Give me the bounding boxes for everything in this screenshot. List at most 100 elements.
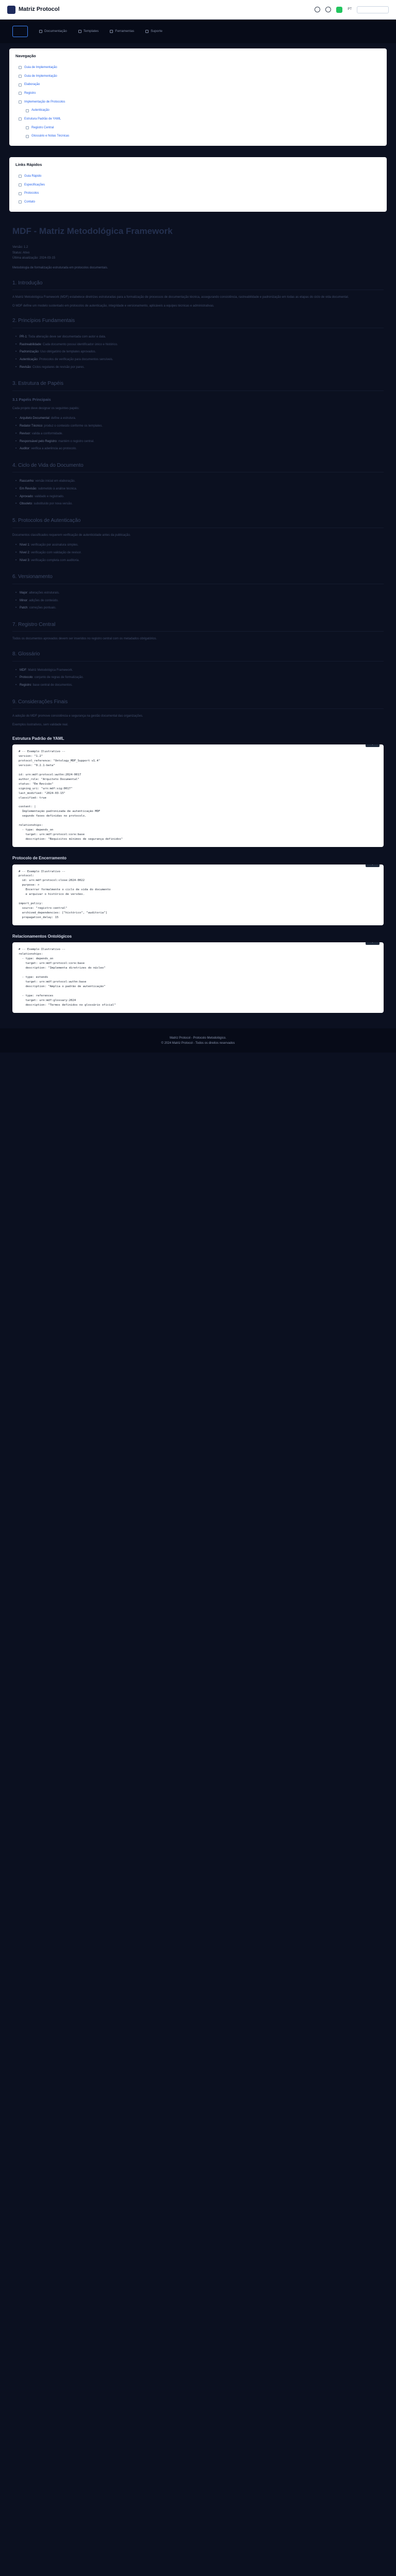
copy-button[interactable]: Copiar [366,942,380,945]
list-item: Arquiteto Documental: define a estrutura… [15,415,384,422]
page-icon [19,100,22,104]
app-title: Matriz Protocol [19,6,60,12]
toc-item-label: Implementação de Protocolos [24,100,65,104]
list-item: Nível 3: verificação completa com audito… [15,557,384,565]
list-item: Rastreabilidade: Cada documento possui i… [15,341,384,349]
doc-meta: Versão: 1.2 Status: Ativo Última atualiz… [12,245,384,261]
roles-list: Arquiteto Documental: define a estrutura… [15,415,384,452]
list-item-text: Toda alteração deve ser documentada com … [28,335,106,338]
list-item-term: MDF [20,668,26,672]
link-icon [19,183,22,187]
code-block: Copiar # -- Exemplo Ilustrativo -- relati… [12,942,384,1013]
list-item-term: Minor [20,599,28,602]
section-heading: 1. Introdução [12,280,384,291]
list-item-text: correções pontuais. [29,606,57,610]
page-icon [19,83,22,87]
code-block-title: Estrutura Padrão de YAML [12,736,64,741]
toc-item[interactable]: Estrutura Padrão de YAML [15,115,381,124]
quick-link-item[interactable]: Especificações [15,181,381,190]
list-item-text: valida a conformidade. [31,432,63,435]
list-item-text: Uso obrigatório de templates aprovados. [40,350,96,354]
toc-item-label: Guia de Implementação [24,65,57,69]
github-icon[interactable] [315,7,321,12]
list-item: Aprovado: validado e registrado. [15,493,384,501]
list-item: Padronização: Uso obrigatório de templat… [15,348,384,356]
paragraph: O MDF define um modelo sustentado em pro… [12,304,214,308]
toc-item[interactable]: Elaboração [15,80,381,89]
section-heading: 9. Considerações Finais [12,699,384,709]
code-block-header: Relacionamentos Ontológicos [12,934,384,940]
code-block: Copiar # -- Exemplo Ilustrativo -- versio… [12,744,384,847]
language-select[interactable]: PT [348,7,352,12]
toc-item[interactable]: Autenticação [15,106,381,115]
quick-links-title: Links Rápidos [15,162,42,167]
toc-item[interactable]: Glossário e Notas Técnicas [15,132,381,141]
list-item-term: Auditor [20,447,30,451]
top-header: Matriz Protocol PT [0,0,396,20]
list-item-text: produz o conteúdo conforme os templates. [44,425,103,428]
quick-link-item[interactable]: Protocolos [15,189,381,198]
subsection-heading: 3.1 Papéis Principais [12,397,51,402]
list-item: Redator Técnico: produz o conteúdo confo… [15,422,384,430]
quick-link-item[interactable]: Contato [15,198,381,207]
brand[interactable]: Matriz Protocol [7,5,60,14]
toc-item[interactable]: Registro Central [15,124,381,132]
nav-link-support[interactable]: Suporte [145,29,162,33]
code-block-title: Relacionamentos Ontológicos [12,934,72,939]
list-item-text: validado e registrado. [35,495,64,498]
code-content: # -- Exemplo Ilustrativo -- version: "1.… [19,750,123,841]
list-item: Revisão: Ciclos regulares de revisão por… [15,364,384,371]
toc-item[interactable]: Guia de Implementação [15,63,381,72]
code-intro: Exemplos ilustrativos, sem validade real… [12,723,69,726]
list-item-term: Padronização [20,350,39,354]
section-heading: 6. Versionamento [12,573,384,584]
list-item-term: Aprovado [20,495,33,498]
list-item-text: conjunto de regras de formalização. [34,676,84,680]
list-item-term: Arquiteto Documental [20,417,50,420]
list-item-text: Protocolos de verificação para documento… [39,358,113,362]
lifecycle-list: Rascunho: versão inicial em elaboração.E… [15,478,384,508]
toc-item[interactable]: Implementação de Protocolos [15,98,381,107]
link-icon [19,200,22,204]
toc-item[interactable]: Guia de Implementação [15,72,381,81]
nav-link-docs[interactable]: Documentação [39,29,67,33]
list-item-term: Autenticação [20,358,38,362]
quick-link-item[interactable]: Guia Rápido [15,172,381,181]
quick-link-label: Contato [24,200,36,204]
meta-updated: Última atualização: 2024-03-15 [12,256,56,260]
list-item-term: Revisão [20,365,31,369]
logo-icon [7,5,15,14]
paragraph: A adoção do MDF promove consistência e s… [12,715,143,718]
page-icon [26,109,29,112]
list-item: Patch: correções pontuais. [15,604,384,612]
list-item-text: verificação por assinatura simples. [31,544,79,547]
page-icon [19,117,22,121]
quick-links-card: Links Rápidos Guia Rápido Especificações P… [9,157,387,212]
list-item: Protocolo: conjunto de regras de formali… [15,674,384,682]
list-item-term: Nível 1 [20,544,29,547]
list-item-term: Rascunho [20,480,34,483]
search-input[interactable] [357,6,389,13]
list-item: Revisor: valida a conformidade. [15,430,384,438]
list-item: Major: alterações estruturais. [15,589,384,597]
toc-list: Guia de Implementação Guia de Implementaç… [15,63,381,141]
paragraph: Todos os documentos aprovados devem ser … [12,637,157,641]
code-block-header: Protocolo de Encerramento [12,855,384,861]
page-icon [26,126,29,130]
nav-logo-icon[interactable] [12,26,28,37]
theme-toggle-icon[interactable] [325,7,332,12]
toc-item-label: Autenticação [31,109,50,112]
list-item: Nível 1: verificação por assinatura simp… [15,541,384,549]
toc-item-label: Glossário e Notas Técnicas [31,134,70,138]
section-heading: 8. Glossário [12,651,384,662]
nav-link-tools[interactable]: Ferramentas [110,29,134,33]
nav-link-templates[interactable]: Templates [78,29,98,33]
copy-button[interactable]: Copiar [366,864,380,867]
list-item-term: Patch [20,606,28,610]
list-item: MDF: Matriz Metodológica Framework. [15,667,384,674]
meta-version: Versão: 1.2 [12,246,28,249]
toc-item[interactable]: Registro [15,89,381,98]
copy-button[interactable]: Copiar [366,744,380,748]
list-item-text: verifica a aderência ao protocolo. [31,447,77,451]
avatar[interactable] [336,6,343,13]
